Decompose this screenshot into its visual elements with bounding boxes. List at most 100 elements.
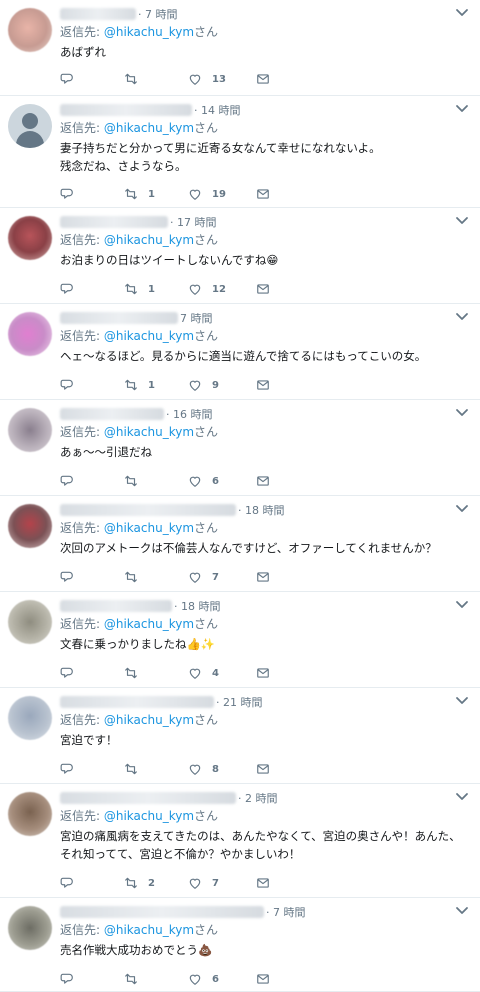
direct-message-button[interactable]: [256, 376, 270, 394]
reply-button[interactable]: [60, 70, 84, 88]
reply-mention-link[interactable]: @hikachu_kym: [104, 233, 194, 247]
avatar[interactable]: [8, 696, 52, 740]
avatar[interactable]: [8, 906, 52, 950]
chevron-down-icon[interactable]: [454, 406, 470, 420]
retweet-button[interactable]: [124, 568, 148, 586]
chevron-down-icon[interactable]: [454, 694, 470, 708]
avatar[interactable]: [8, 104, 52, 148]
direct-message-button[interactable]: [256, 664, 270, 682]
reply-mention-link[interactable]: @hikachu_kym: [104, 425, 194, 439]
chevron-down-icon[interactable]: [454, 310, 470, 324]
like-button[interactable]: 4: [188, 664, 219, 682]
like-button[interactable]: 13: [188, 70, 226, 88]
chevron-down-icon[interactable]: [454, 102, 470, 116]
reply-mention-link[interactable]: @hikachu_kym: [104, 809, 194, 823]
blurred-username[interactable]: [60, 8, 136, 20]
reply-button[interactable]: [60, 760, 84, 778]
blurred-username[interactable]: [60, 792, 236, 804]
blurred-username[interactable]: [60, 696, 214, 708]
direct-message-button[interactable]: [256, 874, 270, 892]
timestamp[interactable]: · 17 時間: [170, 214, 217, 230]
reply-mention-link[interactable]: @hikachu_kym: [104, 121, 194, 135]
reply-button[interactable]: [60, 185, 84, 203]
blurred-username[interactable]: [60, 104, 192, 116]
avatar[interactable]: [8, 792, 52, 836]
reply-mention-link[interactable]: @hikachu_kym: [104, 329, 194, 343]
like-button[interactable]: 7: [188, 874, 219, 892]
direct-message-button[interactable]: [256, 70, 270, 88]
timestamp[interactable]: · 7 時間: [266, 904, 306, 920]
chevron-down-icon[interactable]: [454, 904, 470, 918]
avatar[interactable]: [8, 408, 52, 452]
reply-mention-link[interactable]: @hikachu_kym: [104, 521, 194, 535]
avatar[interactable]: [8, 504, 52, 548]
timestamp[interactable]: 7 時間: [180, 310, 213, 326]
tweet[interactable]: 7 時間 返信先: @hikachu_kymさん ヘェ〜なるほど。見るからに適当に遊…: [0, 304, 480, 400]
direct-message-button[interactable]: [256, 970, 270, 988]
retweet-button[interactable]: [124, 472, 148, 490]
timestamp[interactable]: · 2 時間: [238, 790, 278, 806]
reply-mention-link[interactable]: @hikachu_kym: [104, 923, 194, 937]
reply-mention-link[interactable]: @hikachu_kym: [104, 25, 194, 39]
retweet-button[interactable]: 1: [124, 280, 155, 298]
tweet[interactable]: · 7 時間 返信先: @hikachu_kymさん あばずれ 13: [0, 0, 480, 96]
direct-message-button[interactable]: [256, 185, 270, 203]
tweet[interactable]: · 7 時間 返信先: @hikachu_kymさん 売名作戦大成功おめでとう💩 6: [0, 898, 480, 992]
reply-button[interactable]: [60, 874, 84, 892]
like-button[interactable]: 12: [188, 280, 226, 298]
timestamp[interactable]: · 7 時間: [138, 6, 178, 22]
chevron-down-icon[interactable]: [454, 502, 470, 516]
reply-mention-link[interactable]: @hikachu_kym: [104, 713, 194, 727]
blurred-username[interactable]: [60, 312, 178, 324]
retweet-button[interactable]: 1: [124, 376, 155, 394]
tweet[interactable]: · 18 時間 返信先: @hikachu_kymさん 次回のアメトークは不倫芸人な…: [0, 496, 480, 592]
chevron-down-icon[interactable]: [454, 6, 470, 20]
chevron-down-icon[interactable]: [454, 598, 470, 612]
reply-button[interactable]: [60, 280, 84, 298]
reply-mention-link[interactable]: @hikachu_kym: [104, 617, 194, 631]
blurred-username[interactable]: [60, 600, 172, 612]
tweet[interactable]: · 17 時間 返信先: @hikachu_kymさん お泊まりの日はツイートしない…: [0, 208, 480, 304]
like-button[interactable]: 6: [188, 472, 219, 490]
retweet-button[interactable]: [124, 664, 148, 682]
timestamp[interactable]: · 18 時間: [238, 502, 285, 518]
avatar[interactable]: [8, 8, 52, 52]
retweet-button[interactable]: 2: [124, 874, 155, 892]
retweet-button[interactable]: [124, 760, 148, 778]
reply-button[interactable]: [60, 664, 84, 682]
like-button[interactable]: 9: [188, 376, 219, 394]
avatar[interactable]: [8, 312, 52, 356]
timestamp[interactable]: · 21 時間: [216, 694, 263, 710]
direct-message-button[interactable]: [256, 568, 270, 586]
blurred-username[interactable]: [60, 906, 264, 918]
timestamp[interactable]: · 14 時間: [194, 102, 241, 118]
like-button[interactable]: 7: [188, 568, 219, 586]
like-button[interactable]: 6: [188, 970, 219, 988]
retweet-button[interactable]: [124, 70, 148, 88]
retweet-button[interactable]: 1: [124, 185, 155, 203]
reply-button[interactable]: [60, 970, 84, 988]
like-button[interactable]: 8: [188, 760, 219, 778]
tweet[interactable]: · 2 時間 返信先: @hikachu_kymさん 宮迫の痛風病を支えてきたのは、…: [0, 784, 480, 898]
tweet[interactable]: · 16 時間 返信先: @hikachu_kymさん あぁ〜〜引退だね 6: [0, 400, 480, 496]
chevron-down-icon[interactable]: [454, 214, 470, 228]
direct-message-button[interactable]: [256, 472, 270, 490]
reply-button[interactable]: [60, 472, 84, 490]
blurred-username[interactable]: [60, 504, 236, 516]
blurred-username[interactable]: [60, 408, 164, 420]
blurred-username[interactable]: [60, 216, 168, 228]
direct-message-button[interactable]: [256, 280, 270, 298]
tweet[interactable]: · 21 時間 返信先: @hikachu_kymさん 宮迫です！ 8: [0, 688, 480, 784]
reply-button[interactable]: [60, 568, 84, 586]
avatar[interactable]: [8, 216, 52, 260]
avatar[interactable]: [8, 600, 52, 644]
reply-button[interactable]: [60, 376, 84, 394]
direct-message-button[interactable]: [256, 760, 270, 778]
timestamp[interactable]: · 18 時間: [174, 598, 221, 614]
tweet[interactable]: · 14 時間 返信先: @hikachu_kymさん 妻子持ちだと分かって男に近寄…: [0, 96, 480, 208]
timestamp[interactable]: · 16 時間: [166, 406, 213, 422]
like-button[interactable]: 19: [188, 185, 226, 203]
chevron-down-icon[interactable]: [454, 790, 470, 804]
retweet-button[interactable]: [124, 970, 148, 988]
tweet[interactable]: · 18 時間 返信先: @hikachu_kymさん 文春に乗っかりましたね👍✨ 4: [0, 592, 480, 688]
